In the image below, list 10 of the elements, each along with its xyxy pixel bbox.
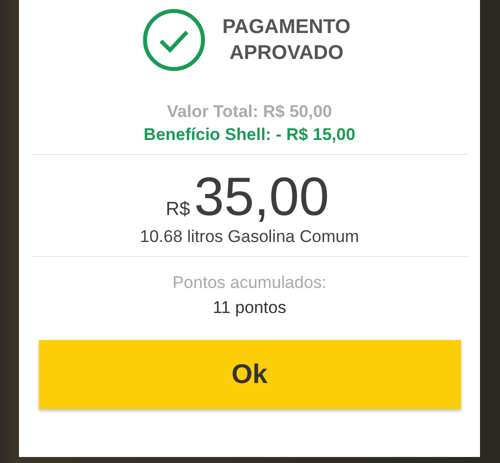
amount-value: 35,00 — [194, 167, 330, 227]
fuel-detail: 10.68 litros Gasolina Comum — [140, 227, 360, 247]
points-value: 11 pontos — [212, 298, 286, 318]
currency-symbol: R$ — [166, 199, 190, 221]
status-title: PAGAMENTO APROVADO — [222, 15, 351, 66]
check-circle-icon — [142, 8, 206, 72]
benefit-value: Benefício Shell: - R$ 15,00 — [144, 125, 356, 145]
points-label: Pontos acumulados: — [172, 273, 327, 293]
ok-button[interactable]: Ok — [38, 340, 460, 409]
total-value: Valor Total: R$ 50,00 — [166, 102, 332, 122]
